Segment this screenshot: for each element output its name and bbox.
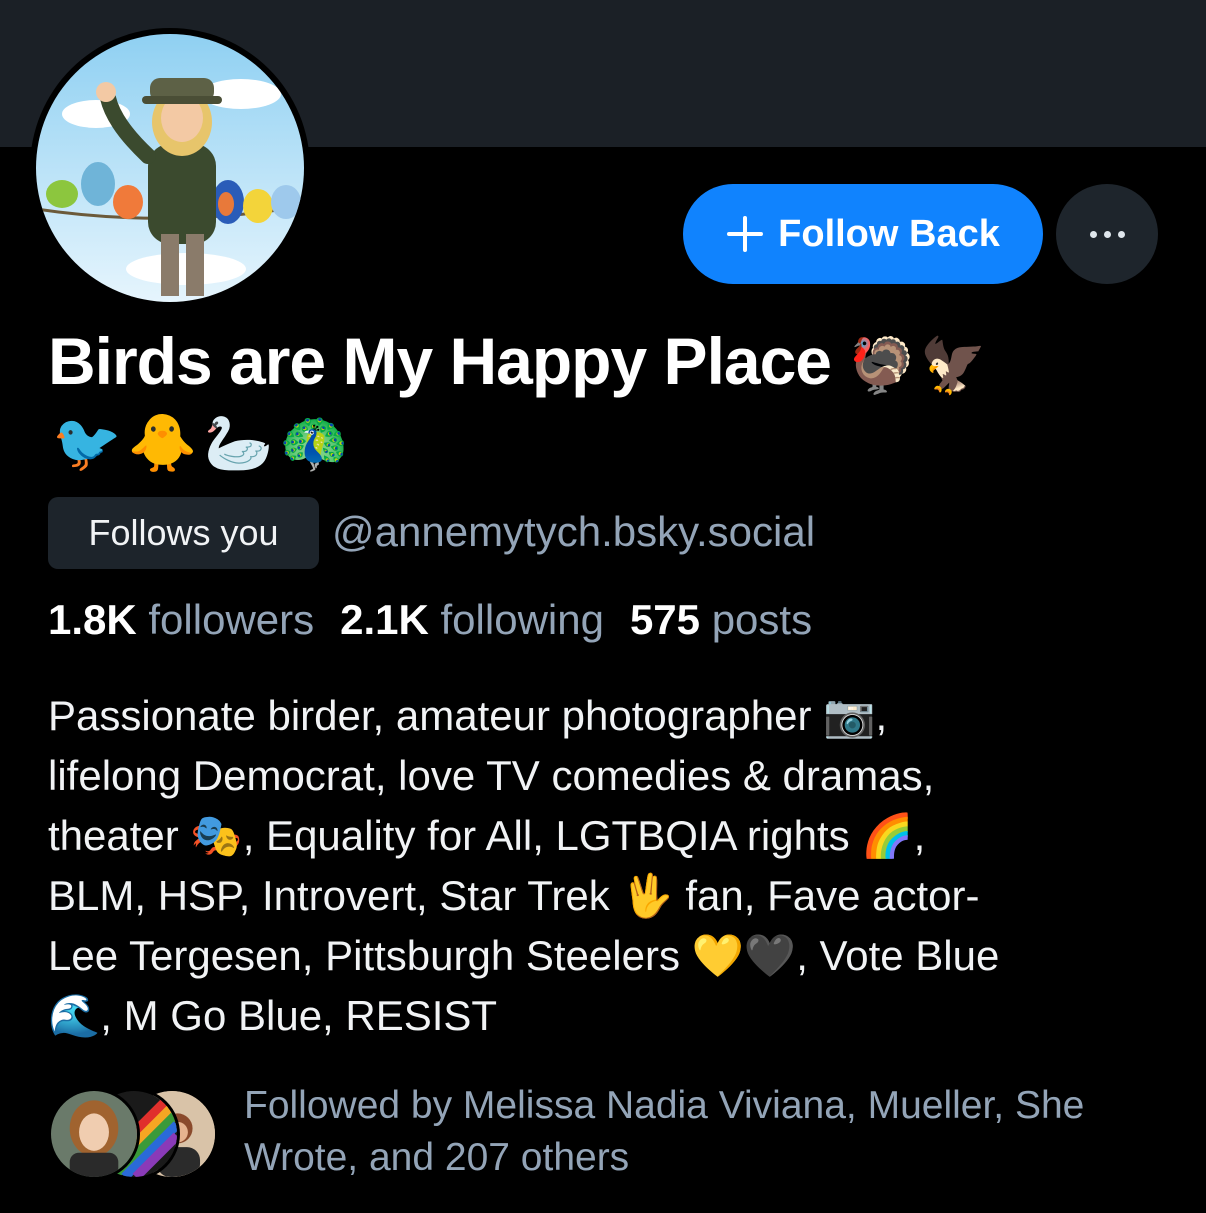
following-label: following — [440, 596, 604, 643]
plus-icon — [727, 216, 764, 252]
profile-handle[interactable]: @annemytych.bsky.social — [332, 508, 815, 556]
display-name-emojis-line2: 🐦🐥🦢🦚 — [52, 411, 355, 474]
following-stat[interactable]: 2.1K following — [340, 596, 604, 644]
profile-stats: 1.8K followers 2.1K following 575 posts — [48, 596, 812, 644]
follow-back-button[interactable]: Follow Back — [683, 184, 1043, 284]
profile-avatar[interactable] — [30, 28, 310, 308]
followers-stat[interactable]: 1.8K followers — [48, 596, 314, 644]
display-name: Birds are My Happy Place 🦃🦅 — [48, 322, 1158, 405]
followed-by-avatars[interactable] — [48, 1088, 218, 1180]
following-count: 2.1K — [340, 596, 429, 643]
follows-you-badge: Follows you — [48, 497, 319, 569]
profile-bio: Passionate birder, amateur photographer … — [48, 692, 1000, 1039]
posts-label: posts — [711, 596, 813, 643]
follower-avatar — [48, 1088, 140, 1180]
avatar-image — [36, 34, 304, 302]
posts-count: 575 — [629, 596, 701, 643]
followers-count: 1.8K — [48, 596, 137, 643]
ellipsis-icon — [1117, 230, 1125, 238]
followed-by-text[interactable]: Followed by Melissa Nadia Viviana, Muell… — [244, 1080, 1174, 1184]
posts-stat: 575 posts — [630, 596, 812, 644]
display-name-emojis: 🦃🦅 — [848, 336, 991, 396]
follow-back-label: Follow Back — [778, 212, 1000, 255]
more-options-button[interactable] — [1056, 184, 1158, 284]
ellipsis-icon — [1089, 230, 1097, 238]
display-name-text: Birds are My Happy Place — [48, 324, 832, 398]
ellipsis-icon — [1103, 230, 1111, 238]
followers-label: followers — [148, 596, 315, 643]
